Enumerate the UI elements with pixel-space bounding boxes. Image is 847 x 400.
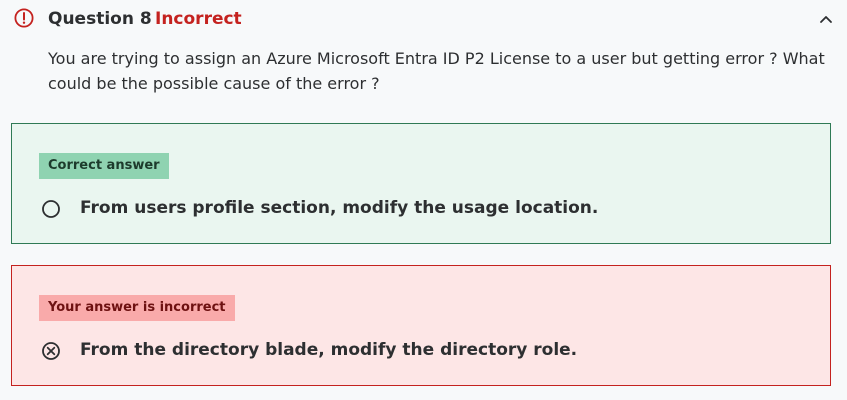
- alert-circle-icon: [14, 8, 34, 28]
- question-number: Question 8: [48, 9, 152, 29]
- your-answer-panel: Your answer is incorrect From the direct…: [11, 265, 831, 386]
- correct-answer-text: From users profile section, modify the u…: [80, 198, 599, 218]
- collapse-button[interactable]: [815, 9, 837, 29]
- question-text: You are trying to assign an Azure Micros…: [48, 49, 825, 93]
- question-header: Question 8 Incorrect: [0, 0, 847, 38]
- question-status: Incorrect: [155, 9, 242, 29]
- correct-answer-badge: Correct answer: [39, 153, 169, 179]
- chevron-up-icon: [820, 16, 832, 23]
- radio-unselected-icon: [41, 199, 61, 219]
- x-circle-icon: [41, 341, 61, 361]
- incorrect-answer-badge: Your answer is incorrect: [39, 295, 235, 321]
- correct-answer-panel: Correct answer From users profile sectio…: [11, 123, 831, 244]
- your-answer-text: From the directory blade, modify the dir…: [80, 340, 578, 360]
